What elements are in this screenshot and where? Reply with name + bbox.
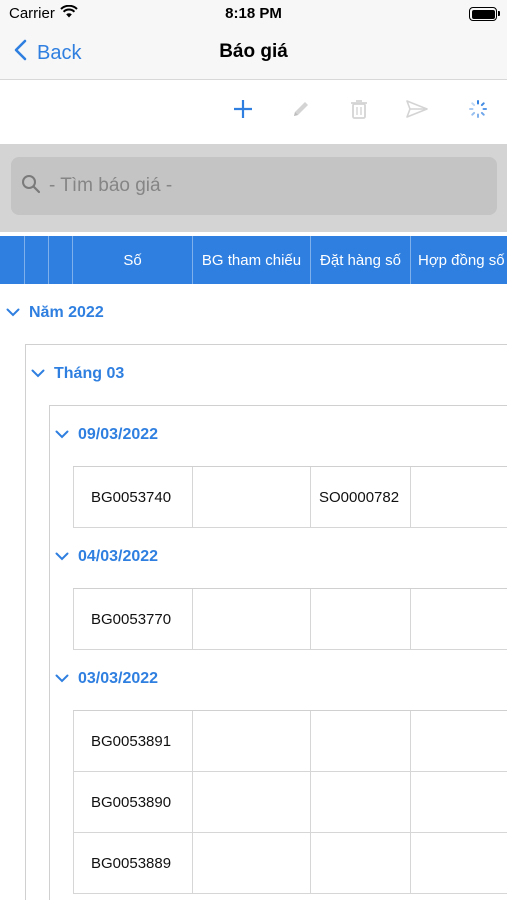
chevron-down-icon bbox=[55, 426, 69, 444]
cell-so[interactable]: BG0053891 bbox=[73, 711, 193, 772]
trash-icon bbox=[350, 99, 368, 124]
cell-contract[interactable] bbox=[411, 711, 507, 772]
chevron-down-icon bbox=[31, 365, 45, 383]
year-group-row[interactable]: Năm 2022 bbox=[6, 304, 104, 322]
date-group-row[interactable]: 09/03/2022 bbox=[55, 426, 158, 444]
cell-order[interactable] bbox=[311, 711, 411, 772]
navigation-bar: Back Báo giá bbox=[0, 28, 507, 80]
delete-button[interactable] bbox=[344, 96, 374, 126]
cell-so[interactable]: BG0053770 bbox=[73, 589, 193, 650]
cell-bg-ref[interactable] bbox=[193, 467, 311, 528]
search-icon bbox=[21, 174, 41, 199]
date-group-label: 09/03/2022 bbox=[78, 426, 159, 443]
chevron-down-icon bbox=[55, 548, 69, 566]
refresh-spinner-icon bbox=[468, 99, 488, 124]
page-title: Báo giá bbox=[219, 41, 288, 62]
chevron-down-icon bbox=[6, 304, 20, 322]
pencil-icon bbox=[291, 99, 311, 124]
cell-contract[interactable] bbox=[411, 467, 507, 528]
month-group-row[interactable]: Tháng 03 bbox=[31, 365, 124, 383]
cell-bg-ref[interactable] bbox=[193, 589, 311, 650]
cell-contract[interactable] bbox=[411, 589, 507, 650]
cell-contract[interactable] bbox=[411, 833, 507, 894]
send-icon bbox=[406, 99, 428, 123]
column-header-contract[interactable]: Hợp đồng số bbox=[411, 236, 507, 284]
cell-contract[interactable] bbox=[411, 772, 507, 833]
battery-icon bbox=[469, 7, 500, 21]
header-spacer bbox=[0, 236, 25, 284]
plus-icon bbox=[233, 99, 253, 124]
cell-so[interactable]: BG0053740 bbox=[73, 467, 193, 528]
date-group-row[interactable]: 04/03/2022 bbox=[55, 548, 158, 566]
cell-bg-ref[interactable] bbox=[193, 833, 311, 894]
column-header-so[interactable]: Số bbox=[73, 236, 193, 284]
edit-button[interactable] bbox=[286, 96, 316, 126]
search-input[interactable] bbox=[49, 175, 469, 197]
cell-bg-ref[interactable] bbox=[193, 772, 311, 833]
group-indent-line bbox=[25, 344, 26, 900]
send-button[interactable] bbox=[402, 96, 432, 126]
date-group-label: 04/03/2022 bbox=[78, 548, 159, 565]
cell-so[interactable]: BG0053890 bbox=[73, 772, 193, 833]
status-time: 8:18 PM bbox=[225, 5, 282, 22]
date-group-label: 03/03/2022 bbox=[78, 670, 159, 687]
refresh-button[interactable] bbox=[463, 96, 493, 126]
search-box[interactable] bbox=[11, 157, 497, 215]
chevron-down-icon bbox=[55, 670, 69, 688]
column-header-bg-ref[interactable]: BG tham chiếu bbox=[193, 236, 311, 284]
grid-body: Năm 2022 Tháng 03 09/03/2022 BG0053740 S… bbox=[0, 284, 507, 900]
group-divider bbox=[49, 405, 507, 406]
group-indent-line bbox=[49, 405, 50, 900]
add-button[interactable] bbox=[228, 96, 258, 126]
month-group-label: Tháng 03 bbox=[54, 365, 125, 382]
search-bar bbox=[0, 144, 507, 232]
cell-order[interactable]: SO0000782 bbox=[311, 467, 411, 528]
header-spacer bbox=[25, 236, 49, 284]
date-group-row[interactable]: 03/03/2022 bbox=[55, 670, 158, 688]
cell-order[interactable] bbox=[311, 833, 411, 894]
cell-so[interactable]: BG0053889 bbox=[73, 833, 193, 894]
cell-order[interactable] bbox=[311, 589, 411, 650]
header-spacer bbox=[49, 236, 73, 284]
year-group-label: Năm 2022 bbox=[29, 304, 104, 321]
group-divider bbox=[25, 344, 507, 345]
grid-header: Số BG tham chiếu Đặt hàng số Hợp đồng số bbox=[0, 236, 507, 284]
toolbar bbox=[0, 80, 507, 144]
status-bar: Carrier 8:18 PM bbox=[0, 0, 507, 28]
cell-bg-ref[interactable] bbox=[193, 711, 311, 772]
cell-order[interactable] bbox=[311, 772, 411, 833]
column-header-order[interactable]: Đặt hàng số bbox=[311, 236, 411, 284]
